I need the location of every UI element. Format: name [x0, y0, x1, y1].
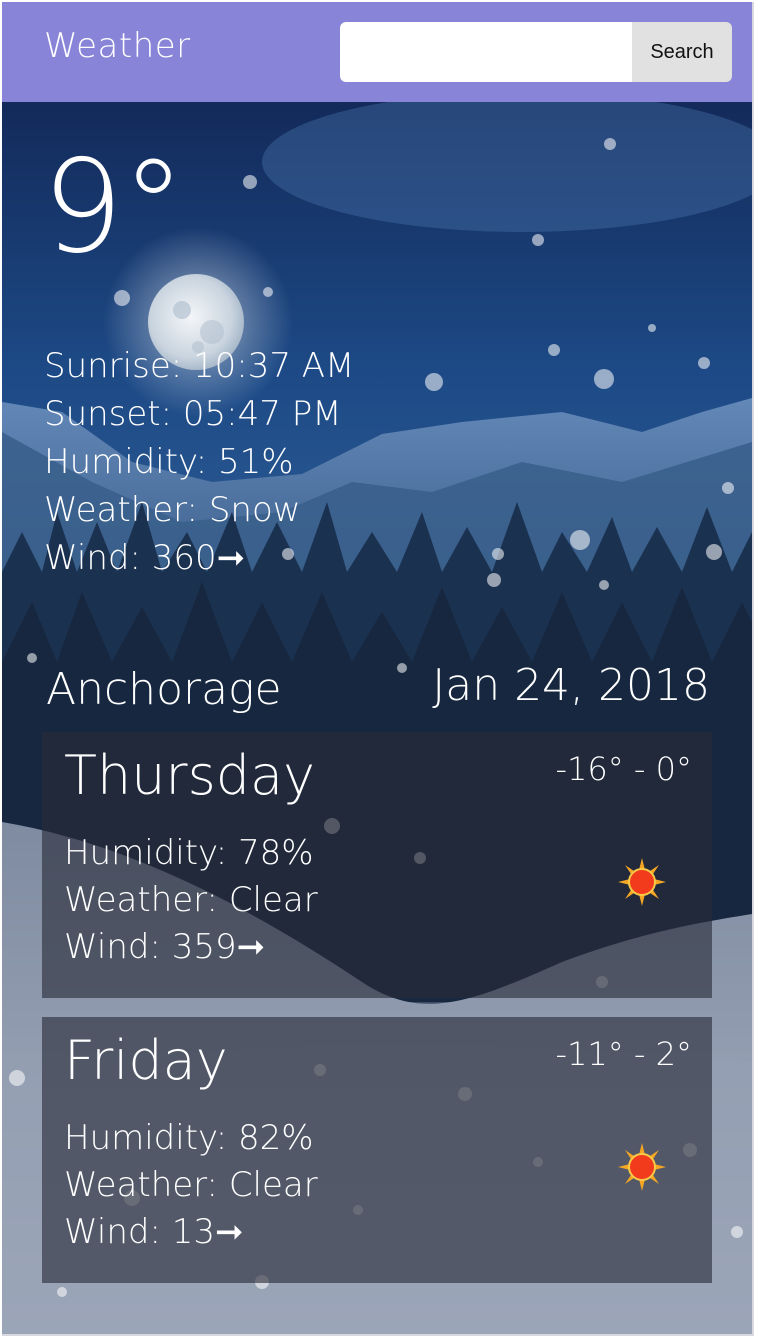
forecast-day: Thursday: [64, 744, 316, 807]
forecast-temp-range: -16° - 0°: [555, 750, 692, 788]
wind-text: Wind: 360➞: [44, 538, 246, 578]
humidity-text: Humidity: 51%: [44, 442, 294, 482]
forecast-humidity: Humidity: 82%: [64, 1118, 314, 1158]
app-header: Weather Search: [2, 2, 752, 102]
forecast-weather: Weather: Clear: [64, 1165, 318, 1205]
app-title: Weather: [44, 26, 191, 66]
forecast-humidity: Humidity: 78%: [64, 833, 314, 873]
forecast-wind: Wind: 359➞: [64, 927, 266, 967]
search-input[interactable]: [340, 22, 632, 82]
weather-text: Weather: Snow: [44, 490, 301, 530]
forecast-card: Thursday -16° - 0° Humidity: 78% Weather…: [42, 732, 712, 998]
forecast-day: Friday: [64, 1029, 228, 1092]
forecast-temp-range: -11° - 2°: [555, 1035, 692, 1073]
sun-icon: [618, 1143, 666, 1191]
weather-app: Weather Search 9° Sunrise: 10:37 AM Suns…: [2, 2, 754, 1336]
current-date: Jan 24, 2018: [432, 660, 710, 711]
sunrise-text: Sunrise: 10:37 AM: [44, 346, 355, 386]
sunset-text: Sunset: 05:47 PM: [44, 394, 342, 434]
city-name: Anchorage: [46, 664, 282, 715]
forecast-card: Friday -11° - 2° Humidity: 82% Weather: …: [42, 1017, 712, 1283]
forecast-weather: Weather: Clear: [64, 880, 318, 920]
sun-icon: [618, 858, 666, 906]
current-details: Sunrise: 10:37 AM Sunset: 05:47 PM Humid…: [44, 342, 354, 582]
search-button[interactable]: Search: [632, 22, 732, 82]
forecast-details: Humidity: 82% Weather: Clear Wind: 13➞: [64, 1115, 318, 1256]
current-temperature: 9°: [42, 133, 185, 282]
forecast-details: Humidity: 78% Weather: Clear Wind: 359➞: [64, 830, 318, 971]
forecast-wind: Wind: 13➞: [64, 1212, 244, 1252]
